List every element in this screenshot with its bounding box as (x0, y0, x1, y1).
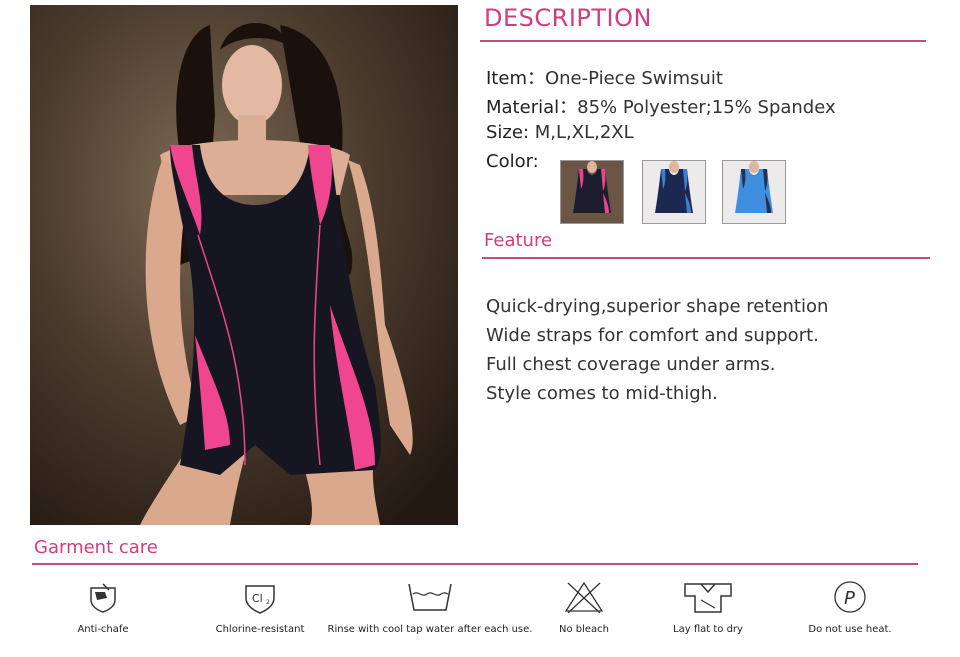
lay-flat-icon (684, 583, 732, 613)
svg-text:P: P (844, 588, 855, 609)
color-swatch-blue[interactable] (722, 160, 786, 224)
care-item-no-heat: P Do not use heat. (795, 580, 905, 635)
spec-material: Material：85% Polyester;15% Spandex (486, 97, 836, 118)
feature-line: Wide straps for comfort and support. (486, 325, 819, 346)
garment-care-divider (32, 563, 918, 565)
feature-line: Quick-drying,superior shape retention (486, 296, 829, 317)
feature-divider (482, 257, 930, 259)
garment-care-title: Garment care (34, 537, 158, 558)
spec-item: Item：One-Piece Swimsuit (486, 68, 723, 89)
spec-item-value: One-Piece Swimsuit (544, 68, 723, 89)
spec-size: Size: M,L,XL,2XL (486, 122, 634, 143)
care-label: No bleach (558, 624, 610, 635)
spec-material-value: 85% Polyester;15% Spandex (577, 97, 836, 118)
care-label: Rinse with cool tap water after each use… (327, 624, 533, 635)
svg-text:2: 2 (266, 599, 270, 606)
care-label: Lay flat to dry (673, 624, 743, 635)
no-heat-icon: P (834, 581, 866, 613)
care-label: Anti-chafe (77, 624, 129, 635)
care-item-rinse: Rinse with cool tap water after each use… (326, 580, 534, 635)
description-title: DESCRIPTION (484, 4, 652, 32)
care-item-chlorine-resistant: Cl 2 Chlorine-resistant (205, 580, 315, 635)
care-item-no-bleach: No bleach (545, 580, 623, 635)
color-swatch-navy-blue[interactable] (642, 160, 706, 224)
spec-material-label: Material (486, 97, 560, 118)
svg-text:Cl: Cl (252, 592, 263, 605)
anti-chafe-icon (90, 583, 116, 613)
spec-size-label: Size: (486, 122, 530, 143)
chlorine-resistant-icon: Cl 2 (245, 585, 275, 614)
color-swatch-black-pink[interactable] (560, 160, 624, 224)
care-item-anti-chafe: Anti-chafe (60, 580, 146, 635)
care-item-lay-flat: Lay flat to dry (658, 580, 758, 635)
no-bleach-icon (564, 581, 604, 614)
spec-size-value: M,L,XL,2XL (534, 122, 634, 143)
feature-line: Full chest coverage under arms. (486, 354, 776, 375)
spec-color: Color: (486, 151, 539, 172)
feature-title: Feature (484, 230, 553, 251)
care-label: Do not use heat. (808, 624, 892, 635)
description-divider (480, 40, 926, 42)
feature-line: Style comes to mid-thigh. (486, 383, 718, 404)
product-photo (30, 5, 458, 525)
spec-item-label: Item (486, 68, 527, 89)
care-label: Chlorine-resistant (215, 624, 305, 635)
wash-tub-icon (408, 583, 452, 611)
spec-color-label: Color: (486, 151, 539, 172)
